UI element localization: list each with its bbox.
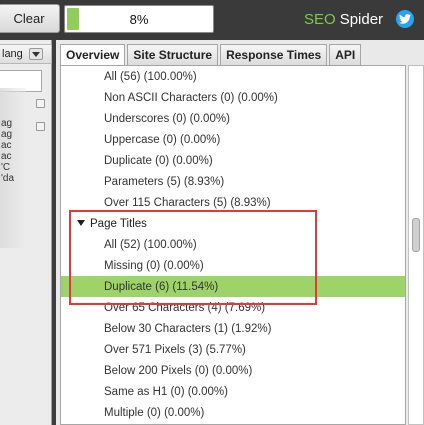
tab-api[interactable]: API	[329, 44, 362, 65]
chevron-down-icon[interactable]	[29, 48, 43, 60]
progress-text: 8%	[129, 11, 149, 27]
tree-row-label: Over 115 Characters (5) (8.93%)	[104, 196, 271, 209]
vertical-scrollbar[interactable]	[408, 65, 424, 425]
left-panel-header: lang	[0, 44, 52, 64]
tree-row[interactable]: Parameters (5) (8.93%)	[61, 171, 405, 192]
tree-row[interactable]: Uppercase (0) (0.00%)	[61, 129, 405, 150]
tab-site-structure[interactable]: Site Structure	[127, 44, 219, 65]
annotation-highlight-box	[69, 210, 317, 305]
tree-row-label: Multiple (0) (0.00%)	[104, 406, 205, 419]
tab-overview[interactable]: Overview	[60, 44, 126, 65]
tree-row-label: Over 571 Pixels (3) (5.77%)	[104, 343, 246, 356]
clear-button[interactable]: Clear	[0, 4, 60, 33]
twitter-bird-icon	[399, 14, 411, 24]
top-toolbar: Clear 8% SEO Spider	[0, 0, 424, 40]
tree-row-label: Same as H1 (0) (0.00%)	[104, 385, 228, 398]
tree-row-label: Non ASCII Characters (0) (0.00%)	[104, 91, 278, 104]
scrollbar-thumb[interactable]	[412, 218, 420, 252]
left-panel: lang ag ag ac ac 'C'da	[0, 40, 52, 425]
tree-row[interactable]: Same as H1 (0) (0.00%)	[61, 381, 405, 402]
left-list-item[interactable]: 'da	[0, 173, 52, 184]
tree-row[interactable]: Non ASCII Characters (0) (0.00%)	[61, 87, 405, 108]
tree-row[interactable]: Below 30 Characters (1) (1.92%)	[61, 318, 405, 339]
tree-row-label: Underscores (0) (0.00%)	[104, 112, 230, 125]
twitter-icon[interactable]	[396, 10, 414, 28]
left-row-icons	[36, 99, 46, 145]
tree-row-label: Below 200 Pixels (0) (0.00%)	[104, 364, 253, 377]
chevron-glyph	[32, 51, 40, 57]
brand-name: Spider	[339, 10, 384, 28]
progress-bar: 8%	[64, 5, 214, 33]
tree-row-label: Parameters (5) (8.93%)	[104, 175, 225, 188]
tab-bar: Overview Site Structure Response Times API	[60, 44, 363, 65]
row-toggle-icon[interactable]	[36, 99, 45, 108]
tree-row[interactable]: Over 571 Pixels (3) (5.77%)	[61, 339, 405, 360]
tree-row-label: Below 30 Characters (1) (1.92%)	[104, 322, 272, 335]
brand-seo: SEO	[304, 10, 336, 28]
tree-row-label: All (56) (100.00%)	[104, 70, 197, 83]
brand-logo: SEO Spider	[304, 9, 383, 29]
left-header-label: lang	[2, 48, 23, 60]
tree-row-label: Duplicate (0) (0.00%)	[104, 154, 213, 167]
tree-row-label: Uppercase (0) (0.00%)	[104, 133, 221, 146]
row-toggle-icon[interactable]	[36, 122, 45, 131]
tree-row[interactable]: Duplicate (0) (0.00%)	[61, 150, 405, 171]
tree-row[interactable]: Multiple (0) (0.00%)	[61, 402, 405, 423]
left-list-item[interactable]: 'C	[0, 162, 52, 173]
tree-row[interactable]: All (56) (100.00%)	[61, 66, 405, 87]
left-list-item[interactable]: ac	[0, 151, 52, 162]
tree-row[interactable]: Underscores (0) (0.00%)	[61, 108, 405, 129]
tree-row[interactable]: Below 200 Pixels (0) (0.00%)	[61, 360, 405, 381]
tab-response-times[interactable]: Response Times	[220, 44, 328, 65]
